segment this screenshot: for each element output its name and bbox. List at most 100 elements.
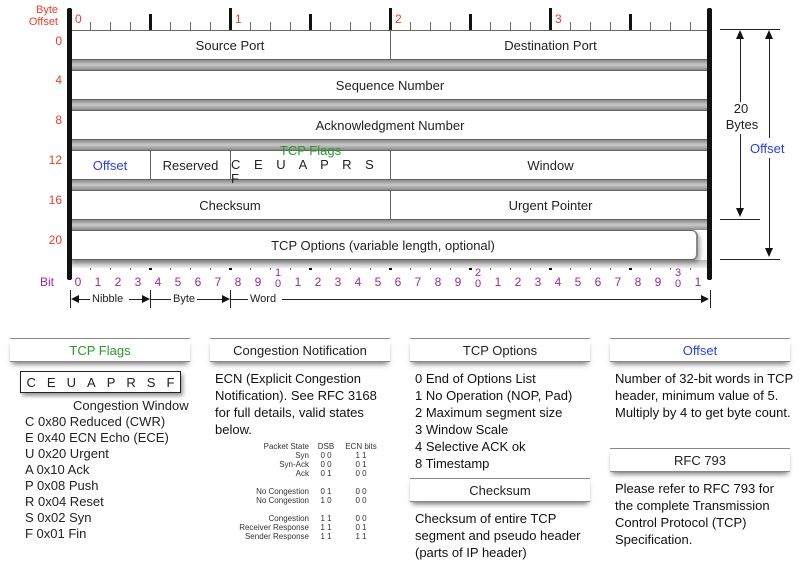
arrow-up-icon <box>736 30 744 39</box>
bit-number: 7 <box>614 275 622 289</box>
tcp-flag-item: E 0x40 ECN Echo (ECE) <box>25 430 169 445</box>
dsb-value: 0 0 <box>320 460 332 469</box>
flag-letter: C <box>26 374 36 390</box>
bit-number: 9 <box>454 275 462 289</box>
bit-number: 9 <box>654 275 662 289</box>
ecn-table-header: Packet State DSB ECN bits <box>218 442 382 451</box>
bit-number: 20 <box>474 267 482 290</box>
bit-number: 1 <box>294 275 302 289</box>
byte-offset-label-line2: Offset <box>28 16 58 28</box>
bit-number: 1 <box>94 275 102 289</box>
bit-tick <box>330 22 331 30</box>
dsb-value: 0 1 <box>320 487 332 496</box>
bit-number: 6 <box>394 275 402 289</box>
ecn-bits-value: 0 0 <box>355 496 367 505</box>
bit-number: 30 <box>674 267 682 290</box>
tcp-option-item: 2 Maximum segment size <box>415 405 563 420</box>
byte-offset-label: Byte Offset <box>28 4 58 28</box>
bit-number: 6 <box>594 275 602 289</box>
congestion-notification-text: ECN (Explicit Congestion Notification). … <box>215 371 377 437</box>
byte-number-3: 3 <box>555 12 562 26</box>
tcp-option-item: 8 Timestamp <box>415 456 490 471</box>
ecn-bits-value: 0 0 <box>355 469 367 478</box>
twenty-bytes-arrow-upper <box>740 38 741 102</box>
offset-limit-line <box>720 259 780 260</box>
row-separator <box>70 220 710 230</box>
tcp-flags-list: C 0x80 Reduced (CWR) E 0x40 ECN Echo (ECE… <box>25 414 169 542</box>
left-border-bar <box>67 8 72 280</box>
tcp-flag-item: R 0x04 Reset <box>25 494 104 509</box>
ecn-table-row: No Congestion 0 1 0 0 <box>218 487 382 496</box>
byte-number-1: 1 <box>235 12 242 26</box>
bit-number: 9 <box>254 275 262 289</box>
bit-tick <box>590 22 591 30</box>
ecn-bits-value: 0 0 <box>355 514 367 523</box>
bit-number: 5 <box>174 275 182 289</box>
arrow-down-icon <box>736 208 744 217</box>
tcp-options-header: TCP Options <box>410 338 590 362</box>
congestion-window-subtitle: Congestion Window <box>73 398 189 413</box>
bit-tick <box>410 22 411 30</box>
scale-divider <box>710 290 711 308</box>
rfc-793-header: RFC 793 <box>610 448 790 472</box>
bit-number: 3 <box>134 275 142 289</box>
bit-tick <box>130 22 131 30</box>
field-window: Window <box>390 150 710 180</box>
field-tcp-flags: TCP Flags C E U A P R S F <box>230 144 390 186</box>
bit-tick <box>290 22 291 30</box>
row-separator <box>70 140 710 150</box>
byte-line-right <box>197 299 222 300</box>
tcp-flag-item: A 0x10 Ack <box>25 462 90 477</box>
byte-offset-label-line1: Byte <box>35 4 58 16</box>
flag-letter: P <box>106 374 116 390</box>
bit-tick <box>90 22 91 30</box>
header-ecn-bits: ECN bits <box>345 442 377 451</box>
row-offset-8: 8 <box>55 113 62 127</box>
flag-letter: A <box>87 374 96 390</box>
nibble-tick <box>549 8 552 30</box>
ecn-bits-value: 0 0 <box>355 487 367 496</box>
bit-tick <box>490 22 491 30</box>
ecn-bits-value: 1 1 <box>355 532 367 541</box>
offset-annotation-label: Offset <box>750 141 785 156</box>
byte-line-left <box>151 299 171 300</box>
arrow-right-icon <box>142 295 150 303</box>
bit-tick <box>170 22 171 30</box>
bit-tick <box>190 22 191 30</box>
tcp-option-item: 0 End of Options List <box>415 371 536 386</box>
header-packet-state: Packet State <box>263 442 309 451</box>
ecn-table-row: Syn-Ack 0 0 0 1 <box>218 460 382 469</box>
bit-number: 3 <box>334 275 342 289</box>
field-reserved: Reserved <box>150 150 230 180</box>
field-checksum: Checksum <box>70 190 390 220</box>
twenty-bytes-limit-line <box>720 219 760 220</box>
field-sequence-number: Sequence Number <box>70 70 710 100</box>
bit-number: 2 <box>114 275 122 289</box>
tcp-options-list: 0 End of Options List 1 No Operation (NOP… <box>415 370 600 472</box>
bit-tick <box>610 22 611 30</box>
bit-number: 4 <box>154 275 162 289</box>
dsb-value: 0 0 <box>320 451 332 460</box>
ecn-states-table: Packet State DSB ECN bits Syn 0 0 1 1 Syn-A… <box>218 442 382 541</box>
row-offset-12: 12 <box>48 153 62 167</box>
bit-number: 8 <box>634 275 642 289</box>
tcp-flags-letters: C E U A P R S F <box>231 157 378 186</box>
field-source-port: Source Port <box>70 30 390 60</box>
ecn-bits-value: 0 1 <box>355 523 367 532</box>
offset-arrow-lower <box>769 158 770 250</box>
arrow-down-icon <box>765 248 773 257</box>
tcp-option-item: 4 Selective ACK ok <box>415 439 526 454</box>
congestion-notification-header: Congestion Notification <box>210 338 390 362</box>
packet-state: Syn <box>295 451 309 460</box>
bit-number: 4 <box>554 275 562 289</box>
nibble-tick <box>389 8 392 30</box>
bit-tick <box>650 22 651 30</box>
arrow-right-icon <box>222 295 230 303</box>
bit-tick <box>450 22 451 30</box>
tcp-flags-title: TCP Flags <box>279 143 342 158</box>
word-line-left <box>231 299 248 300</box>
field-destination-port: Destination Port <box>390 30 710 60</box>
byte-number-2: 2 <box>395 12 402 26</box>
ecn-table-row: Congestion 1 1 0 0 <box>218 514 382 523</box>
nibble-line-left <box>78 299 90 300</box>
